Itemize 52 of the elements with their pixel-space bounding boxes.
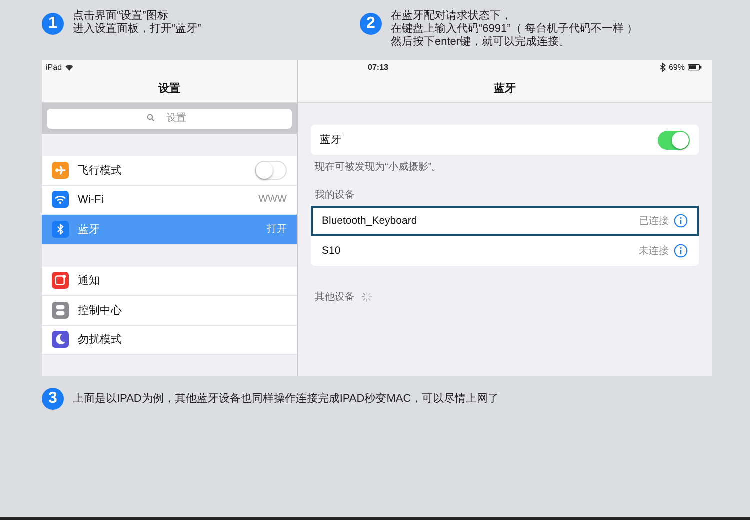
instruction-text: 点击界面“设置”图标: [73, 10, 170, 23]
setting-value: 打开: [267, 222, 287, 236]
setting-label: 蓝牙: [78, 222, 101, 237]
info-icon[interactable]: [674, 214, 688, 228]
instruction-text: 在键盘上输入代码“6991”（ 每台机子代码不一样 ）: [391, 23, 638, 36]
sidebar-title: 设置: [158, 82, 180, 96]
setting-label: 通知: [78, 274, 101, 288]
control-icon: [52, 302, 69, 319]
bluetooth-icon: [52, 220, 69, 238]
instruction-text: 上面是以IPAD为例，其他蓝牙设备也同样操作连接完成IPAD秒变MAC，可以尽情上网了: [73, 392, 500, 406]
instruction-text: 然后按下enter键，就可以完成连接。: [391, 36, 572, 49]
settings-row[interactable]: 控制中心: [42, 296, 297, 326]
wifi-signal-icon: [65, 64, 74, 71]
battery-icon: [688, 64, 702, 71]
bluetooth-label: 蓝牙: [320, 133, 343, 147]
setting-label: 控制中心: [78, 304, 123, 318]
device-name: iPad: [46, 63, 62, 72]
section-header: 我的设备: [315, 188, 356, 202]
section-header: 其他设备: [315, 290, 355, 304]
toggle-switch[interactable]: [255, 160, 287, 180]
moon-icon: [52, 331, 69, 348]
device-name: S10: [322, 245, 342, 257]
setting-label: 飞行模式: [78, 164, 123, 178]
notifications-icon: [52, 272, 69, 290]
discoverable-caption: 现在可被发现为“小威摄影”。: [315, 160, 443, 174]
bluetooth-icon: [660, 63, 666, 72]
toggle-switch[interactable]: [658, 130, 690, 150]
page-title: 蓝牙: [494, 82, 516, 96]
wifi-icon: [52, 191, 69, 208]
connection-status: 已连接: [639, 214, 669, 228]
settings-row[interactable]: 勿扰模式: [42, 326, 297, 355]
loading-spinner-icon: [361, 291, 373, 303]
settings-row[interactable]: 飞行模式: [42, 156, 297, 186]
search-field[interactable]: 设置: [47, 108, 292, 128]
device-row[interactable]: Bluetooth_Keyboard 已连接: [311, 206, 699, 236]
setting-label: Wi-Fi: [78, 194, 105, 206]
step-number-badge: 1: [42, 13, 64, 35]
device-row[interactable]: S10 未连接: [311, 236, 699, 266]
status-time: 07:13: [368, 63, 388, 72]
setting-label: 勿扰模式: [78, 333, 123, 348]
instruction-text: 在蓝牙配对请求状态下，: [391, 10, 513, 23]
setting-value: WWW: [258, 194, 287, 206]
search-icon: [147, 114, 155, 122]
airplane-icon: [52, 162, 69, 179]
step-number-badge: 2: [360, 13, 382, 35]
instruction-text: 进入设置面板，打开“蓝牙”: [73, 23, 202, 36]
device-name: Bluetooth_Keyboard: [322, 215, 418, 227]
info-icon[interactable]: [674, 244, 688, 258]
settings-row[interactable]: 通知: [42, 266, 297, 296]
battery-percent: 69%: [668, 63, 685, 72]
connection-status: 未连接: [639, 244, 669, 258]
step-number-badge: 3: [42, 388, 64, 410]
